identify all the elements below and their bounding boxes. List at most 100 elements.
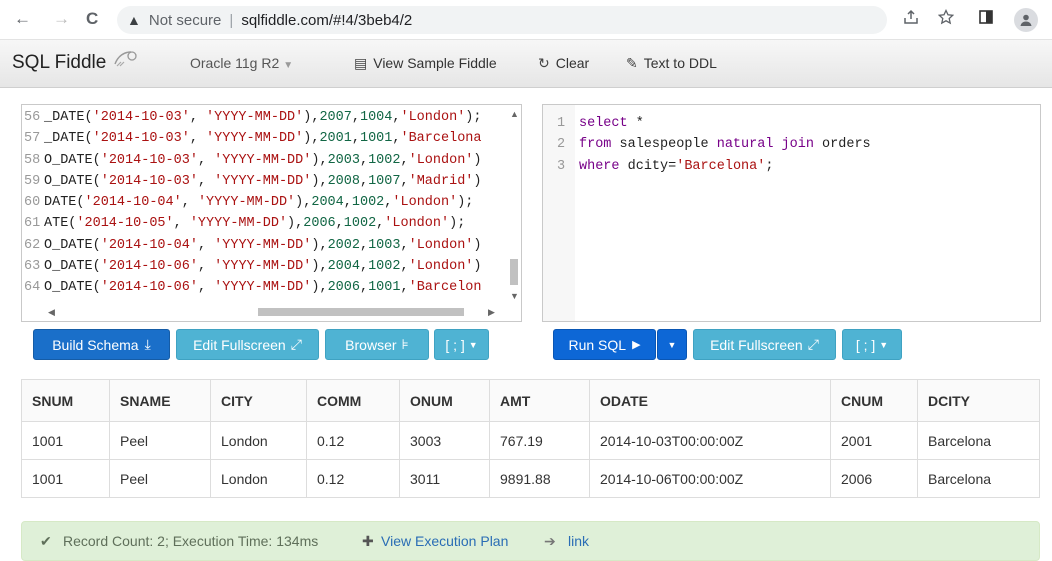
code-line[interactable]: 2 from salespeople natural join orders	[557, 134, 871, 155]
permalink-link[interactable]: link	[568, 533, 589, 549]
code-line[interactable]: 63 O_DATE('2014-10-06', 'YYYY-MM-DD'),200…	[24, 256, 482, 277]
line-number: 2	[557, 137, 566, 153]
code-token: '2014-10-03'	[100, 173, 198, 189]
code-token: 2007	[319, 110, 352, 125]
reload-button[interactable]: C	[86, 9, 98, 29]
link-arrow-icon: ➔	[544, 533, 556, 549]
schema-terminator-dropdown[interactable]: [ ; ] ▼	[434, 329, 489, 360]
table-cell: Barcelona	[917, 421, 1040, 460]
code-line[interactable]: 56 _DATE('2014-10-03', 'YYYY-MM-DD'),2007…	[24, 107, 482, 128]
code-token: ATE(	[44, 216, 77, 232]
code-token: orders	[813, 137, 871, 153]
text-to-ddl-link[interactable]: ✎ Text to DDL	[626, 55, 717, 72]
scroll-left-icon[interactable]: ◀	[48, 307, 55, 318]
table-row: 1001 Peel London 0.12 3003 767.19 2014-10-03T0…	[21, 421, 1040, 460]
build-schema-button[interactable]: Build Schema ⤓	[33, 329, 170, 360]
schema-hscroll-thumb[interactable]	[258, 308, 464, 316]
code-token: 'YYYY-MM-DD'	[214, 259, 312, 275]
code-token: )	[473, 237, 482, 253]
code-token: 1001	[359, 131, 393, 147]
code-line[interactable]: 64 O_DATE('2014-10-06', 'YYYY-MM-DD'),200…	[24, 277, 482, 298]
table-cell: 2014-10-06T00:00:00Z	[589, 459, 831, 498]
code-line[interactable]: 59 O_DATE('2014-10-03', 'YYYY-MM-DD'),200…	[24, 171, 482, 192]
code-token: 'Barcelona'	[676, 158, 766, 174]
table-cell: London	[210, 459, 307, 498]
table-cell: Barcelona	[917, 459, 1040, 498]
code-line[interactable]: 1 select *	[557, 113, 871, 134]
results-table: SNUM SNAME CITY COMM ONUM AMT ODATE CNUM DCITY 1…	[21, 379, 1040, 498]
schema-code[interactable]: 56 _DATE('2014-10-03', 'YYYY-MM-DD'),2007…	[24, 107, 482, 299]
clear-link[interactable]: ↻ Clear	[538, 55, 589, 72]
code-token: 1007	[368, 173, 401, 189]
code-token: )	[473, 259, 482, 275]
code-token: '2014-10-06'	[100, 259, 198, 275]
code-token: ),	[311, 173, 328, 189]
column-header: ONUM	[399, 379, 490, 422]
clear-label: Clear	[555, 55, 590, 71]
record-count-text: Record Count: 2; Execution Time: 134ms	[63, 533, 319, 549]
run-sql-dropdown-button[interactable]: ▼	[657, 329, 687, 360]
code-line[interactable]: 58 O_DATE('2014-10-03', 'YYYY-MM-DD'),200…	[24, 150, 482, 171]
bookmark-star-icon[interactable]	[937, 8, 955, 30]
code-line[interactable]: 62 O_DATE('2014-10-04', 'YYYY-MM-DD'),200…	[24, 235, 482, 256]
browser-button[interactable]: Browser ⊧	[325, 329, 429, 360]
code-token: ,	[400, 152, 409, 168]
code-token: ,	[359, 259, 369, 275]
schema-editor[interactable]: 56 _DATE('2014-10-03', 'YYYY-MM-DD'),2007…	[21, 104, 522, 322]
column-header: CITY	[210, 379, 307, 422]
code-token: ,	[197, 152, 215, 168]
schema-vertical-scrollbar[interactable]: ▲ ▼	[508, 109, 520, 301]
query-code[interactable]: 1 select * 2 from salespeople natural join …	[557, 113, 871, 177]
profile-avatar-icon[interactable]	[1014, 8, 1038, 32]
code-token: '2014-10-03'	[100, 152, 198, 168]
query-terminator-label: [ ; ]	[855, 336, 876, 353]
schema-horizontal-scrollbar[interactable]: ◀ ▶	[26, 306, 512, 318]
schema-vscroll-thumb[interactable]	[510, 259, 518, 285]
code-token: O_DATE(	[44, 259, 101, 275]
table-cell: 3003	[399, 421, 490, 460]
view-sample-fiddle-link[interactable]: ▤ View Sample Fiddle	[354, 55, 497, 72]
app-navbar: SQL Fiddle Oracle 11g R2 ▼ ▤ View Sample F…	[0, 40, 1052, 88]
query-editor[interactable]: 1 select * 2 from salespeople natural join …	[542, 104, 1041, 322]
query-edit-fullscreen-button[interactable]: Edit Fullscreen ⤢	[693, 329, 836, 360]
share-icon[interactable]	[903, 9, 919, 30]
table-cell: Peel	[109, 421, 211, 460]
code-token: 'London'	[392, 195, 458, 211]
wrench-icon: ✎	[626, 55, 638, 71]
code-line[interactable]: 3 where dcity='Barcelona';	[557, 156, 871, 177]
table-cell: 2006	[830, 459, 918, 498]
scroll-up-icon[interactable]: ▲	[510, 109, 519, 119]
scroll-right-icon[interactable]: ▶	[488, 307, 495, 318]
plus-icon: ✚	[362, 533, 374, 549]
address-bar[interactable]: ▲ Not secure | sqlfiddle.com/#!4/3beb4/2	[117, 6, 887, 34]
query-terminator-dropdown[interactable]: [ ; ] ▼	[842, 329, 902, 360]
view-execution-plan-link[interactable]: View Execution Plan	[381, 533, 508, 549]
code-token: 'YYYY-MM-DD'	[206, 110, 304, 125]
chevron-down-icon: ▼	[879, 339, 889, 350]
table-cell: 2001	[830, 421, 918, 460]
code-token: 'YYYY-MM-DD'	[189, 216, 288, 232]
code-token: 'London'	[400, 110, 466, 125]
schema-edit-fullscreen-label: Edit Fullscreen	[193, 336, 286, 353]
schema-edit-fullscreen-button[interactable]: Edit Fullscreen ⤢	[176, 329, 319, 360]
forward-button[interactable]: →	[53, 9, 70, 29]
code-token: 2006	[303, 216, 336, 232]
line-number: 61	[24, 216, 41, 232]
code-token: ),	[311, 280, 328, 296]
sidebar-icon[interactable]	[978, 9, 994, 30]
results-body: 1001 Peel London 0.12 3003 767.19 2014-10-03T0…	[21, 421, 1040, 498]
code-token: );	[457, 195, 474, 211]
code-token: '2014-10-04'	[84, 195, 182, 211]
db-version-dropdown[interactable]: Oracle 11g R2 ▼	[190, 55, 293, 71]
code-token: 2001	[319, 131, 352, 147]
code-line[interactable]: 61 ATE('2014-10-05', 'YYYY-MM-DD'),2006,1…	[24, 213, 482, 234]
code-token: 2002	[327, 237, 360, 253]
brand[interactable]: SQL Fiddle	[12, 50, 138, 74]
code-line[interactable]: 60 DATE('2014-10-04', 'YYYY-MM-DD'),2004,…	[24, 192, 482, 213]
code-token: ,	[400, 259, 409, 275]
back-button[interactable]: ←	[14, 9, 31, 29]
code-token: 1002	[368, 259, 401, 275]
scroll-down-icon[interactable]: ▼	[510, 291, 519, 301]
run-sql-button[interactable]: Run SQL ▶	[553, 329, 656, 360]
code-line[interactable]: 57 _DATE('2014-10-03', 'YYYY-MM-DD'),2001…	[24, 128, 482, 149]
